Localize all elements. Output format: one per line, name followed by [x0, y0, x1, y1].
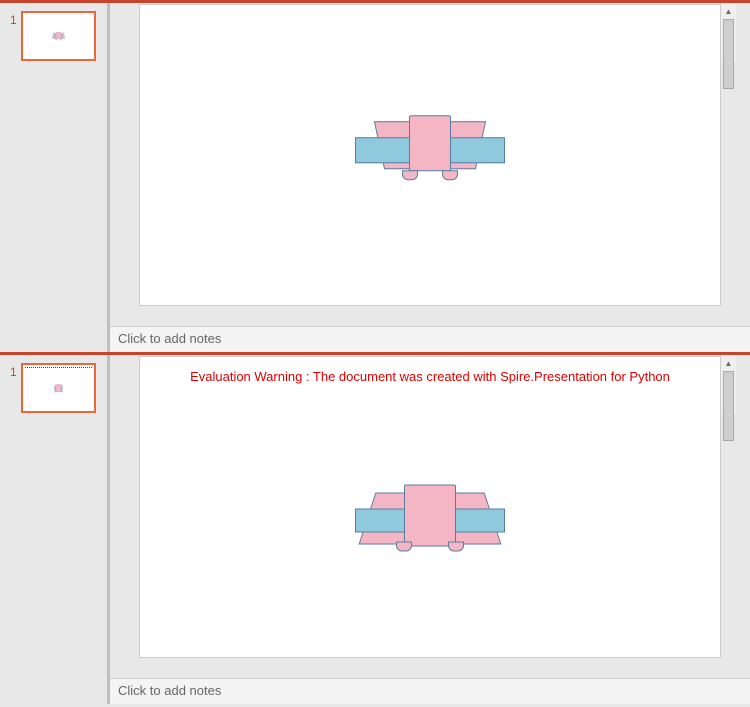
- slide-thumbnail[interactable]: [21, 363, 96, 413]
- scroll-up-icon[interactable]: ▲: [721, 3, 736, 19]
- thumbnail-slide-number: 1: [10, 363, 17, 413]
- slide-canvas[interactable]: [140, 5, 720, 305]
- notes-pane[interactable]: Click to add notes: [110, 326, 750, 352]
- presentation-panel: 1 Evaluation Warning : The document was …: [0, 352, 750, 704]
- scroll-up-icon[interactable]: ▲: [721, 355, 736, 371]
- evaluation-warning-text: Evaluation Warning : The document was cr…: [190, 369, 670, 386]
- ribbon-shape-icon: [54, 384, 63, 392]
- notes-placeholder: Click to add notes: [118, 683, 221, 698]
- ribbon-shape[interactable]: [355, 119, 505, 184]
- slide-thumbnail-pane[interactable]: 1: [0, 355, 107, 704]
- slide-canvas[interactable]: Evaluation Warning : The document was cr…: [140, 357, 720, 657]
- slide-thumbnail[interactable]: [21, 11, 96, 61]
- presentation-panel: 1 ▲: [0, 0, 750, 352]
- scroll-thumb[interactable]: [723, 19, 734, 89]
- slide-thumbnail-pane[interactable]: 1: [0, 3, 107, 352]
- scroll-thumb[interactable]: [723, 371, 734, 441]
- ribbon-shape-icon: [54, 32, 63, 40]
- ribbon-shape[interactable]: [355, 487, 505, 552]
- vertical-scrollbar[interactable]: ▲ ▼ ⯭ ⯯: [720, 3, 736, 63]
- notes-placeholder: Click to add notes: [118, 331, 221, 346]
- vertical-scrollbar[interactable]: ▲ ▼ ⯭ ⯯: [720, 355, 736, 415]
- notes-pane[interactable]: Click to add notes: [110, 678, 750, 704]
- thumbnail-slide-number: 1: [10, 11, 17, 61]
